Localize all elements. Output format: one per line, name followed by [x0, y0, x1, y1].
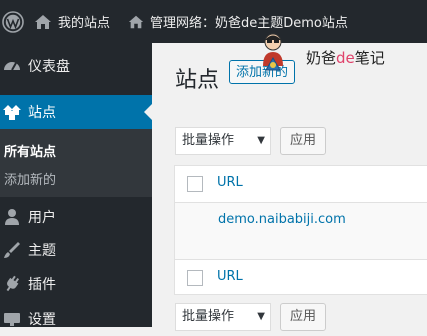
sites-submenu: 所有站点 添加新的: [0, 129, 152, 197]
sidebar-item-settings[interactable]: 设置: [0, 302, 152, 336]
bulk-actions-select[interactable]: 批量操作 ▼: [175, 127, 271, 155]
chevron-down-icon: ▼: [257, 311, 265, 322]
sidebar-item-themes[interactable]: 主题: [0, 233, 152, 267]
mascot-icon: [263, 33, 283, 71]
table-row: demo.naibabiji.com: [175, 203, 427, 259]
dashboard-icon: [4, 62, 20, 71]
page-title: 站点: [175, 68, 220, 93]
settings-icon: [4, 313, 20, 326]
sidebar-item-plugins[interactable]: 插件: [0, 267, 152, 301]
sidebar-item-dashboard[interactable]: 仪表盘: [0, 49, 152, 83]
network-admin-label: 管理网络：奶爸de主题Demo站点: [150, 16, 348, 31]
watermark-text: 奶爸de笔记: [306, 49, 385, 67]
house-icon: [128, 15, 144, 28]
my-sites-menu[interactable]: 我的站点: [34, 12, 110, 31]
sidebar-item-sites[interactable]: 站点: [0, 95, 152, 129]
select-all-checkbox[interactable]: [187, 270, 203, 286]
plugins-icon: [6, 275, 20, 292]
sidebar-item-label: 设置: [28, 312, 56, 328]
admin-sidebar: 仪表盘 站点 所有站点 添加新的 用户 主题 插件 设置: [0, 43, 152, 328]
wordpress-logo-icon[interactable]: [2, 11, 24, 33]
sidebar-item-label: 主题: [28, 243, 56, 259]
bulk-actions-value: 批量操作: [182, 309, 235, 324]
site-url-link[interactable]: demo.naibabiji.com: [218, 212, 346, 227]
watermark: 奶爸de笔记: [255, 30, 427, 74]
sidebar-item-label: 插件: [28, 277, 56, 293]
sidebar-item-label: 仪表盘: [28, 59, 70, 75]
users-icon: [5, 209, 19, 225]
select-all-checkbox[interactable]: [187, 176, 203, 192]
sidebar-item-label: 站点: [28, 105, 56, 121]
house-icon: [35, 14, 51, 29]
bulk-actions-value: 批量操作: [182, 133, 235, 148]
chevron-down-icon: ▼: [257, 135, 265, 146]
column-footer-url[interactable]: URL: [217, 269, 243, 284]
table-footer-row: URL: [175, 259, 427, 296]
apply-button[interactable]: 应用: [280, 127, 326, 155]
my-sites-label: 我的站点: [58, 16, 111, 31]
sites-table: URL demo.naibabiji.com URL: [174, 165, 427, 295]
sidebar-item-label: 用户: [28, 210, 56, 226]
network-admin-menu[interactable]: 管理网络：奶爸de主题Demo站点: [128, 12, 348, 31]
submenu-add-new[interactable]: 添加新的: [4, 169, 56, 188]
column-header-url[interactable]: URL: [217, 175, 243, 190]
table-header-row: URL: [175, 166, 427, 203]
submenu-all-sites[interactable]: 所有站点: [4, 141, 56, 160]
themes-icon: [4, 242, 20, 258]
sites-icon: [3, 105, 21, 120]
sidebar-item-users[interactable]: 用户: [0, 200, 152, 234]
